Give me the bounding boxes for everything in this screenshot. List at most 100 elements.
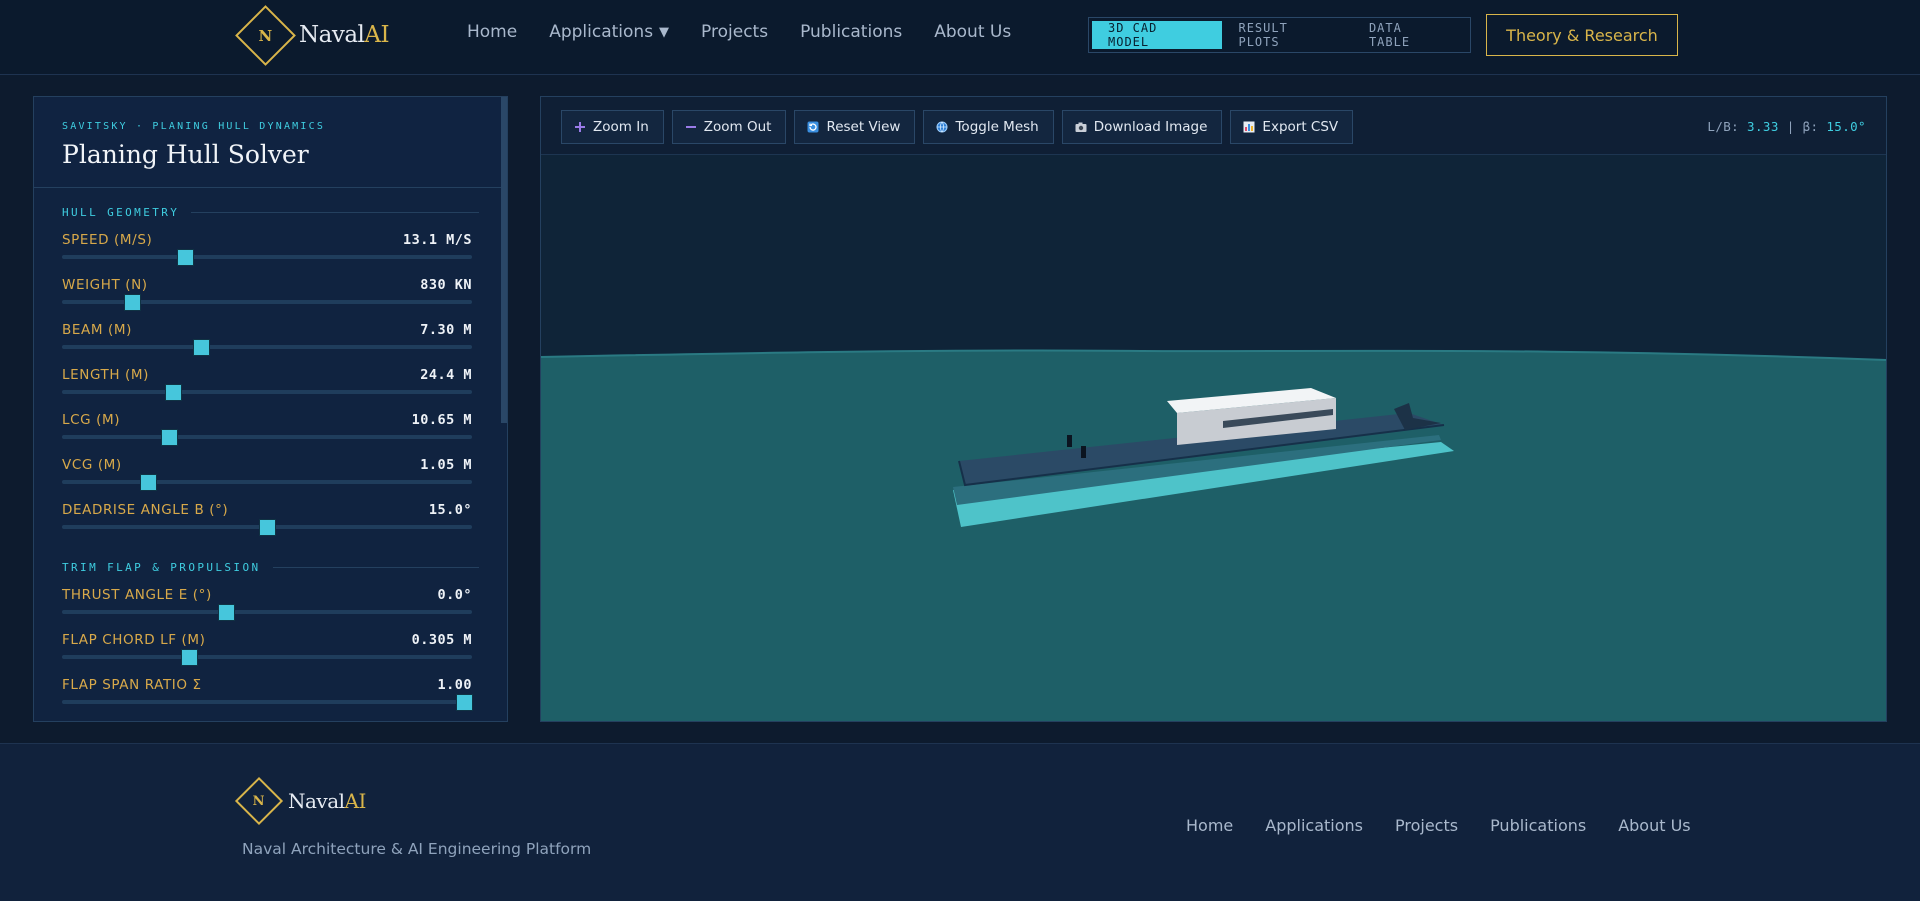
slider-label: BEAM (M): [62, 322, 132, 338]
zoom-in-label: Zoom In: [593, 119, 649, 135]
footer-nav-publications[interactable]: Publications: [1490, 816, 1586, 835]
section-label: TRIM FLAP & PROPULSION: [62, 559, 479, 575]
slider-track[interactable]: [62, 390, 472, 394]
nav-home[interactable]: Home: [467, 22, 517, 42]
nav-about[interactable]: About Us: [934, 22, 1011, 42]
slider-value: 13.1 M/S: [402, 232, 472, 248]
slider-value: 0.0°: [437, 587, 472, 603]
tab-data-table[interactable]: DATA TABLE: [1353, 21, 1467, 49]
reset-view-label: Reset View: [826, 119, 901, 135]
viewer-toolbar: Zoom In Zoom Out Reset View Toggle Mesh …: [541, 97, 1886, 155]
section-hull-geometry: HULL GEOMETRY SPEED (M/S) 13.1 M/S WEIGH…: [34, 204, 507, 536]
footer-nav-applications[interactable]: Applications: [1265, 816, 1363, 835]
panel-eyebrow: SAVITSKY · PLANING HULL DYNAMICS: [62, 121, 326, 132]
slider-vcg: VCG (M) 1.05 M: [62, 445, 472, 491]
slider-flap-span-ratio: FLAP SPAN RATIO Σ 1.00: [62, 665, 473, 711]
reset-icon: [807, 121, 819, 133]
nav-projects[interactable]: Projects: [701, 22, 768, 42]
slider-beam: BEAM (M) 7.30 M: [62, 310, 472, 356]
slider-thrust-angle: THRUST ANGLE Ε (°) 0.0°: [62, 575, 472, 621]
slider-track[interactable]: [62, 700, 472, 704]
lb-value: 3.33: [1747, 119, 1779, 134]
export-csv-button[interactable]: Export CSV: [1230, 110, 1354, 144]
slider-track[interactable]: [62, 345, 472, 349]
bollard-2: [1081, 446, 1086, 458]
footer-nav: Home Applications Projects Publications …: [1186, 816, 1723, 835]
footer-tagline: Naval Architecture & AI Engineering Plat…: [242, 840, 592, 858]
slider-handle[interactable]: [193, 339, 211, 356]
logo-initial: N: [253, 793, 265, 809]
solver-panel: SAVITSKY · PLANING HULL DYNAMICS Planing…: [33, 96, 508, 722]
slider-track[interactable]: [62, 655, 472, 659]
brand-name-main: Naval: [288, 789, 345, 813]
slider-track[interactable]: [62, 610, 472, 614]
lb-label: L/B:: [1707, 119, 1740, 134]
bollard-1: [1067, 435, 1072, 447]
hull-ratio-readout: L/B: 3.33 | β: 15.0°: [1707, 119, 1866, 134]
cad-viewer: Zoom In Zoom Out Reset View Toggle Mesh …: [540, 96, 1887, 722]
hull-3d-scene[interactable]: [541, 155, 1886, 721]
slider-value: 1.05 M: [420, 457, 472, 473]
slider-handle[interactable]: [259, 519, 276, 536]
section-trim-flap-propulsion: TRIM FLAP & PROPULSION THRUST ANGLE Ε (°…: [34, 559, 507, 711]
chart-icon: [1243, 121, 1255, 133]
beta-label: β:: [1802, 119, 1819, 134]
camera-icon: [1075, 121, 1087, 133]
slider-label: THRUST ANGLE Ε (°): [62, 587, 212, 603]
slider-label: DEADRISE ANGLE Β (°): [62, 502, 229, 518]
brand-name-main: Naval: [299, 22, 365, 48]
top-header: N NavalAI Home Applications ▼ Projects Pu…: [0, 0, 1920, 75]
slider-handle[interactable]: [218, 604, 235, 621]
nav-publications[interactable]: Publications: [800, 22, 902, 42]
brand-name-accent: AI: [344, 789, 367, 813]
slider-length: LENGTH (M) 24.4 M: [62, 355, 472, 401]
slider-handle[interactable]: [160, 429, 178, 446]
brand-logo[interactable]: N NavalAI: [235, 4, 390, 66]
tab-result-plots[interactable]: RESULT PLOTS: [1222, 21, 1352, 49]
slider-handle[interactable]: [140, 474, 158, 491]
slider-deadrise-angle: DEADRISE ANGLE Β (°) 15.0°: [62, 490, 472, 536]
nav-applications-label: Applications: [549, 22, 654, 42]
toggle-mesh-button[interactable]: Toggle Mesh: [923, 110, 1054, 144]
zoom-in-button[interactable]: Zoom In: [561, 110, 664, 144]
download-image-button[interactable]: Download Image: [1061, 110, 1223, 144]
footer-nav-projects[interactable]: Projects: [1395, 816, 1458, 835]
slider-track[interactable]: [62, 255, 472, 259]
logo-diamond-icon: N: [235, 4, 296, 66]
slider-handle[interactable]: [177, 249, 194, 266]
slider-value: 24.4 M: [420, 367, 472, 383]
slider-value: 0.305 M: [411, 632, 472, 648]
footer-logo[interactable]: N NavalAI: [234, 776, 367, 826]
slider-handle[interactable]: [181, 649, 199, 666]
slider-value: 830 KN: [420, 277, 472, 293]
slider-track[interactable]: [62, 435, 472, 439]
panel-scrollbar[interactable]: [501, 97, 507, 423]
zoom-out-button[interactable]: Zoom Out: [671, 110, 787, 144]
export-csv-label: Export CSV: [1262, 119, 1339, 135]
reset-view-button[interactable]: Reset View: [794, 110, 916, 144]
section-label: HULL GEOMETRY: [62, 204, 479, 220]
panel-header: SAVITSKY · PLANING HULL DYNAMICS Planing…: [34, 97, 507, 188]
slider-value: 15.0°: [428, 502, 472, 518]
theory-research-button[interactable]: Theory & Research: [1486, 14, 1678, 56]
slider-value: 7.30 M: [420, 322, 472, 338]
zoom-out-label: Zoom Out: [703, 119, 772, 135]
footer-nav-home[interactable]: Home: [1186, 816, 1233, 835]
slider-label: LENGTH (M): [62, 367, 149, 383]
tab-3d-cad-model[interactable]: 3D CAD MODEL: [1092, 21, 1223, 49]
slider-handle[interactable]: [164, 384, 182, 401]
slider-value: 1.00: [437, 677, 472, 693]
slider-flap-chord: FLAP CHORD LF (M) 0.305 M: [62, 620, 472, 666]
slider-lcg: LCG (M) 10.65 M: [62, 400, 472, 446]
nav-applications[interactable]: Applications ▼: [549, 22, 669, 42]
main-nav: Home Applications ▼ Projects Publications…: [467, 22, 1043, 42]
brand-name: NavalAI: [299, 22, 390, 48]
slider-handle[interactable]: [455, 694, 473, 711]
globe-icon: [936, 121, 948, 133]
footer-nav-about[interactable]: About Us: [1618, 816, 1690, 835]
slider-track[interactable]: [62, 480, 472, 484]
slider-handle[interactable]: [123, 294, 141, 311]
readout-separator: |: [1786, 119, 1795, 134]
panel-title: Planing Hull Solver: [62, 140, 309, 169]
slider-label: LCG (M): [62, 412, 121, 428]
